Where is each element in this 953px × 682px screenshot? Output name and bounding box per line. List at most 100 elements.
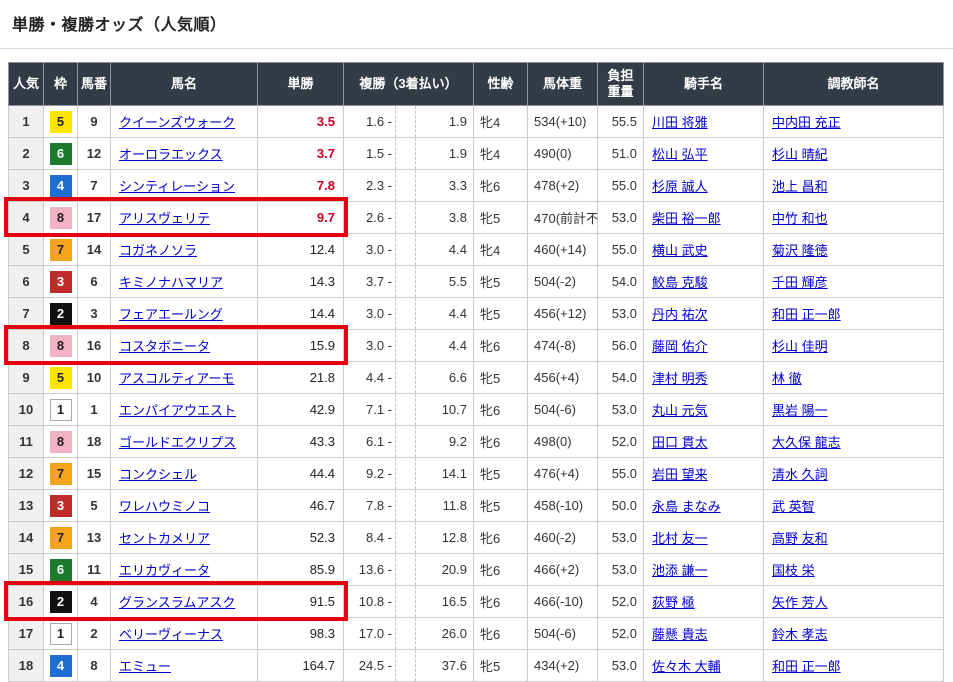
trainer-link[interactable]: 黒岩 陽一 <box>772 403 828 418</box>
horse-link[interactable]: キミノナハマリア <box>119 275 223 290</box>
sex-age-cell: 牝4 <box>474 106 528 138</box>
trainer-link[interactable]: 矢作 芳人 <box>772 595 828 610</box>
rank-cell: 17 <box>9 618 44 650</box>
jockey-link[interactable]: 北村 友一 <box>652 531 708 546</box>
trainer-link[interactable]: 中内田 充正 <box>772 115 841 130</box>
horse-link[interactable]: ワレハウミノコ <box>119 499 210 514</box>
place-odds-separator-cell <box>396 362 416 394</box>
jockey-link[interactable]: 池添 謙一 <box>652 563 708 578</box>
place-odds-separator-cell <box>396 458 416 490</box>
trainer-link[interactable]: 鈴木 孝志 <box>772 627 828 642</box>
horse-link[interactable]: コガネノソラ <box>119 243 197 258</box>
horse-link[interactable]: エリカヴィータ <box>119 563 210 578</box>
horse-link[interactable]: セントカメリア <box>119 531 210 546</box>
horse-number-cell: 18 <box>78 426 111 458</box>
horse-link[interactable]: コスタボニータ <box>119 339 210 354</box>
place-odds-low-cell: 4.4 - <box>344 362 396 394</box>
trainer-link[interactable]: 和田 正一郎 <box>772 307 841 322</box>
jockey-link[interactable]: 田口 貫太 <box>652 435 708 450</box>
frame-badge: 4 <box>50 175 72 197</box>
place-odds-low-cell: 3.7 - <box>344 266 396 298</box>
sex-age-cell: 牝5 <box>474 362 528 394</box>
horse-link[interactable]: オーロラエックス <box>119 147 223 162</box>
trainer-link[interactable]: 中竹 和也 <box>772 211 828 226</box>
trainer-link[interactable]: 千田 輝彦 <box>772 275 828 290</box>
trainer-link[interactable]: 国枝 栄 <box>772 563 815 578</box>
place-odds-high-cell: 14.1 <box>416 458 474 490</box>
frame-cell: 2 <box>44 586 78 618</box>
table-row: 1624グランスラムアスク91.510.8 -16.5牝6466(-10)52.… <box>9 586 944 618</box>
jockey-link[interactable]: 丸山 元気 <box>652 403 708 418</box>
win-odds-cell: 46.7 <box>258 490 344 522</box>
jockey-link[interactable]: 川田 将雅 <box>652 115 708 130</box>
place-odds-high-cell: 3.8 <box>416 202 474 234</box>
horse-number-cell: 9 <box>78 106 111 138</box>
horse-link[interactable]: ベリーヴィーナス <box>119 627 223 642</box>
sex-age-cell: 牝4 <box>474 138 528 170</box>
frame-badge: 7 <box>50 527 72 549</box>
jockey-link[interactable]: 杉原 誠人 <box>652 179 708 194</box>
horse-number-cell: 13 <box>78 522 111 554</box>
horse-link[interactable]: ゴールドエクリプス <box>119 435 236 450</box>
trainer-link[interactable]: 杉山 晴紀 <box>772 147 828 162</box>
title-divider <box>0 48 953 49</box>
trainer-link[interactable]: 池上 昌和 <box>772 179 828 194</box>
jockey-link[interactable]: 丹内 祐次 <box>652 307 708 322</box>
trainer-cell: 池上 昌和 <box>764 170 944 202</box>
jockey-link[interactable]: 佐々木 大輔 <box>652 659 721 674</box>
table-row: 8816コスタボニータ15.93.0 -4.4牝6474(-8)56.0藤岡 佑… <box>9 330 944 362</box>
rank-cell: 14 <box>9 522 44 554</box>
trainer-link[interactable]: 菊沢 隆徳 <box>772 243 828 258</box>
frame-badge: 2 <box>50 591 72 613</box>
col-header-frame: 枠 <box>44 63 78 106</box>
trainer-link[interactable]: 高野 友和 <box>772 531 828 546</box>
jockey-link[interactable]: 津村 明秀 <box>652 371 708 386</box>
horse-link[interactable]: アスコルティアーモ <box>119 371 234 386</box>
horse-link[interactable]: エミュー <box>119 659 171 674</box>
jockey-link[interactable]: 永島 まなみ <box>652 499 721 514</box>
trainer-link[interactable]: 林 徹 <box>772 371 802 386</box>
jockey-link[interactable]: 柴田 裕一郎 <box>652 211 721 226</box>
win-odds-cell: 21.8 <box>258 362 344 394</box>
win-odds-cell: 15.9 <box>258 330 344 362</box>
trainer-link[interactable]: 和田 正一郎 <box>772 659 841 674</box>
place-odds-high-cell: 5.5 <box>416 266 474 298</box>
horse-weight-cell: 498(0) <box>528 426 598 458</box>
horse-link[interactable]: フェアエールング <box>119 307 223 322</box>
rank-cell: 6 <box>9 266 44 298</box>
place-odds-low-cell: 9.2 - <box>344 458 396 490</box>
odds-table: 人気 枠 馬番 馬名 単勝 複勝（3着払い） 性齢 馬体重 負担重量 騎手名 調… <box>8 62 944 682</box>
frame-badge: 2 <box>50 303 72 325</box>
horse-weight-cell: 456(+4) <box>528 362 598 394</box>
horse-name-cell: アリスヴェリテ <box>111 202 258 234</box>
trainer-link[interactable]: 杉山 佳明 <box>772 339 828 354</box>
jockey-cell: 松山 弘平 <box>644 138 764 170</box>
win-odds-cell: 9.7 <box>258 202 344 234</box>
jockey-cell: 永島 まなみ <box>644 490 764 522</box>
load-weight-cell: 50.0 <box>598 490 644 522</box>
jockey-link[interactable]: 藤岡 佑介 <box>652 339 708 354</box>
place-odds-high-cell: 4.4 <box>416 234 474 266</box>
frame-cell: 4 <box>44 650 78 682</box>
trainer-link[interactable]: 武 英智 <box>772 499 815 514</box>
horse-weight-cell: 434(+2) <box>528 650 598 682</box>
horse-link[interactable]: クイーンズウォーク <box>119 115 235 130</box>
frame-cell: 1 <box>44 394 78 426</box>
jockey-link[interactable]: 荻野 極 <box>652 595 695 610</box>
jockey-link[interactable]: 横山 武史 <box>652 243 708 258</box>
horse-weight-cell: 466(+2) <box>528 554 598 586</box>
jockey-link[interactable]: 鮫島 克駿 <box>652 275 708 290</box>
horse-link[interactable]: グランスラムアスク <box>119 595 235 610</box>
jockey-link[interactable]: 藤懸 貴志 <box>652 627 708 642</box>
horse-link[interactable]: アリスヴェリテ <box>119 211 210 226</box>
jockey-link[interactable]: 松山 弘平 <box>652 147 708 162</box>
place-odds-high-cell: 16.5 <box>416 586 474 618</box>
horse-link[interactable]: コンクシェル <box>119 467 197 482</box>
load-weight-cell: 53.0 <box>598 522 644 554</box>
horse-number-cell: 11 <box>78 554 111 586</box>
horse-link[interactable]: エンパイアウエスト <box>119 403 236 418</box>
trainer-link[interactable]: 大久保 龍志 <box>772 435 841 450</box>
jockey-link[interactable]: 岩田 望来 <box>652 467 708 482</box>
horse-link[interactable]: シンティレーション <box>119 179 235 194</box>
trainer-link[interactable]: 清水 久詞 <box>772 467 828 482</box>
